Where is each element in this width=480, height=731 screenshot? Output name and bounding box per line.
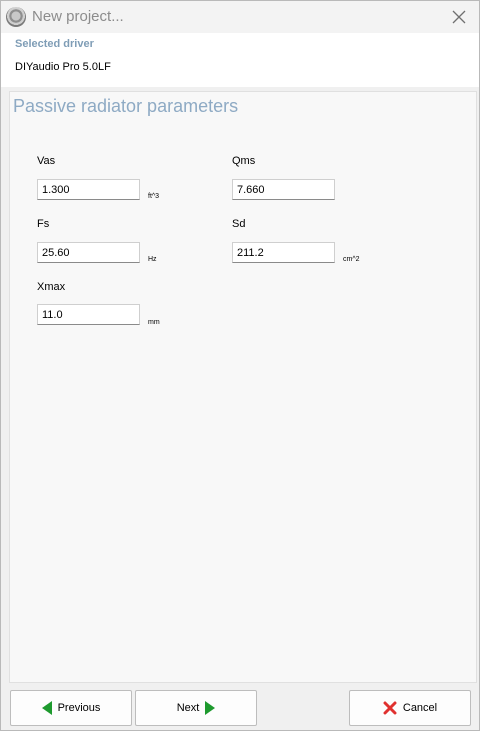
previous-button-label: Previous: [57, 702, 101, 714]
next-button-label: Next: [176, 702, 200, 714]
selected-driver-heading: Selected driver: [15, 38, 94, 50]
fs-input[interactable]: [37, 242, 140, 263]
arrow-left-icon: [41, 701, 52, 715]
window-title: New project...: [32, 8, 124, 25]
fs-unit: Hz: [148, 256, 157, 263]
fs-label: Fs: [37, 218, 50, 230]
cancel-button-label: Cancel: [402, 702, 438, 714]
close-icon[interactable]: [447, 5, 471, 29]
xmax-input[interactable]: [37, 304, 140, 325]
selected-driver-name: DIYaudio Pro 5.0LF: [15, 61, 111, 73]
sd-input[interactable]: [232, 242, 335, 263]
cancel-button[interactable]: Cancel: [349, 690, 471, 726]
xmax-unit: mm: [148, 319, 160, 326]
vas-unit: ft^3: [148, 193, 160, 200]
vas-input[interactable]: [37, 179, 140, 200]
sd-unit: cm^2: [343, 256, 360, 263]
sd-label: Sd: [232, 218, 246, 230]
previous-button[interactable]: Previous: [10, 690, 132, 726]
next-button[interactable]: Next: [135, 690, 257, 726]
passive-radiator-parameters-panel: Passive radiator parameters Vas ft^3 Qms…: [9, 91, 477, 683]
new-project-dialog: New project... Selected driver DIYaudio …: [0, 0, 480, 731]
qms-label: Qms: [232, 155, 256, 167]
arrow-right-icon: [205, 701, 216, 715]
qms-input[interactable]: [232, 179, 335, 200]
page-title: Passive radiator parameters: [13, 96, 239, 116]
selected-driver-panel: Selected driver DIYaudio Pro 5.0LF: [1, 33, 479, 87]
speaker-icon: [6, 7, 26, 27]
vas-label: Vas: [37, 155, 56, 167]
xmax-label: Xmax: [37, 281, 66, 293]
title-bar: New project...: [1, 1, 479, 33]
x-icon: [383, 701, 397, 715]
